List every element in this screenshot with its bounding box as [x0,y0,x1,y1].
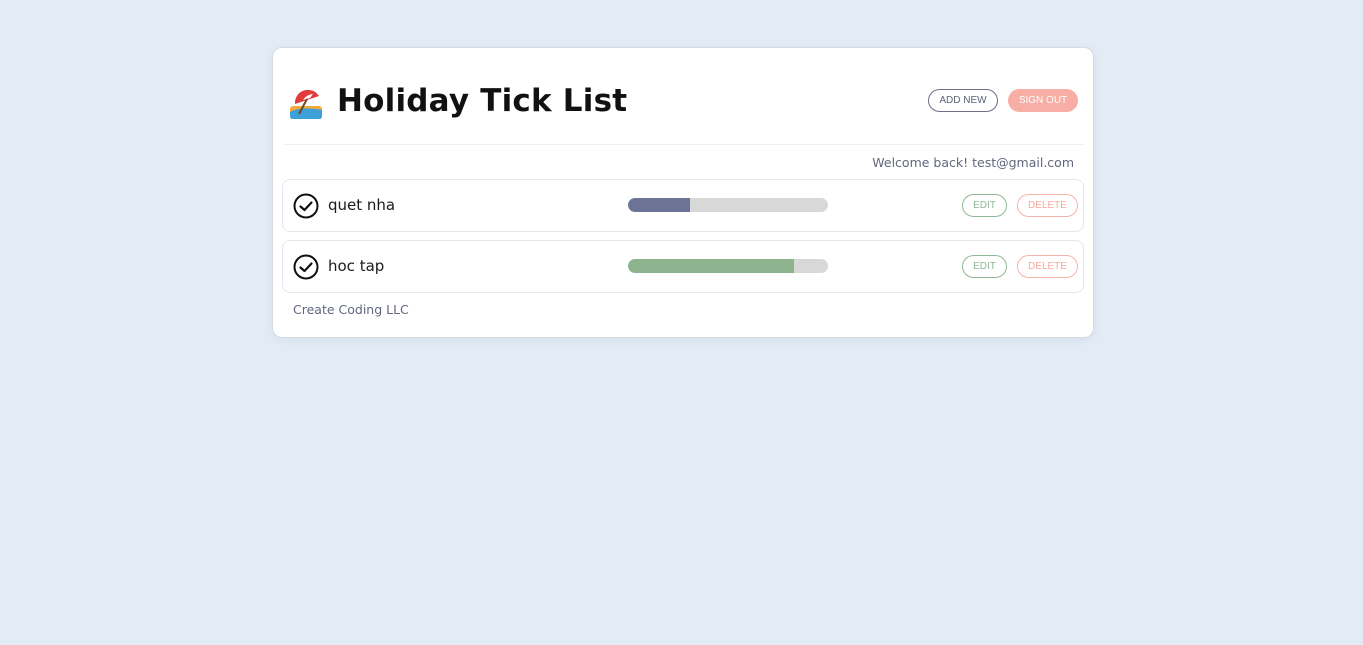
welcome-message: Welcome back! test@gmail.com [872,155,1074,170]
footer-text: Create Coding LLC [293,302,409,317]
task-row: hoc tap EDIT DELETE [282,240,1084,293]
progress-fill [628,198,690,212]
task-label: quet nha [328,196,396,214]
edit-button[interactable]: EDIT [962,255,1007,278]
delete-button[interactable]: DELETE [1017,194,1078,217]
add-new-button[interactable]: ADD NEW [928,89,998,112]
delete-button[interactable]: DELETE [1017,255,1078,278]
page-title: Holiday Tick List [337,83,628,119]
check-circle-icon[interactable] [293,193,319,219]
tick-list-card: Holiday Tick List ADD NEW SIGN OUT Welco… [272,47,1094,338]
progress-fill [628,259,794,273]
header: Holiday Tick List ADD NEW SIGN OUT [284,48,1084,145]
edit-button[interactable]: EDIT [962,194,1007,217]
check-circle-icon[interactable] [293,254,319,280]
sign-out-button[interactable]: SIGN OUT [1008,89,1078,112]
task-label: hoc tap [328,257,385,275]
progress-bar [628,198,828,212]
progress-bar [628,259,828,273]
task-row: quet nha EDIT DELETE [282,179,1084,232]
beach-umbrella-icon [290,89,322,119]
